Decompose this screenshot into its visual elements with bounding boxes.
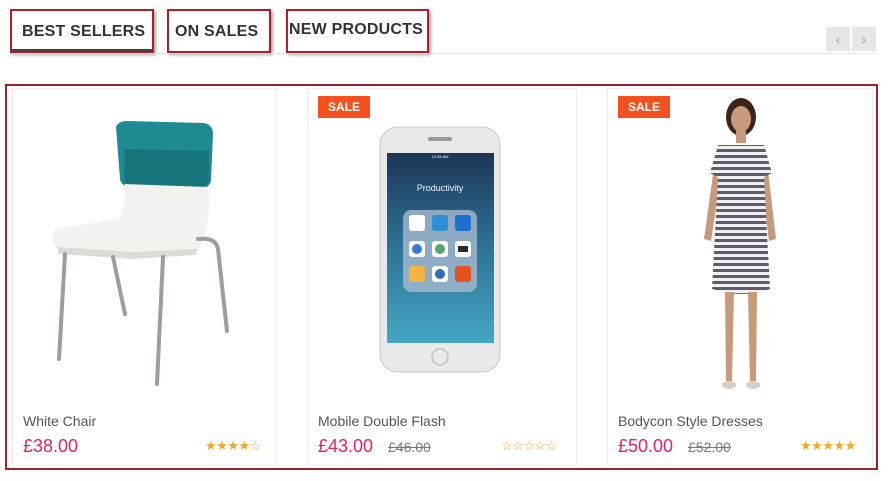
star-empty-icon: ☆ bbox=[534, 438, 546, 453]
star-empty-icon: ☆ bbox=[501, 438, 513, 453]
product-card[interactable]: White Chair £38.00 ★★★★☆ bbox=[12, 88, 277, 466]
tab-label: BEST SELLERS bbox=[22, 23, 146, 40]
product-old-price: £52.00 bbox=[688, 439, 731, 455]
tab-on-sales[interactable]: ON SALES bbox=[167, 9, 271, 53]
star-filled-icon: ★ bbox=[227, 438, 239, 453]
tab-label: ON SALES bbox=[175, 23, 259, 40]
product-tabs: BEST SELLERS ON SALES NEW PRODUCTS ‹ › bbox=[0, 0, 890, 56]
product-name[interactable]: Mobile Double Flash bbox=[318, 413, 446, 429]
product-price: £38.00 bbox=[23, 436, 79, 456]
tab-best-sellers[interactable]: BEST SELLERS bbox=[10, 9, 154, 53]
rating-stars: ★★★★☆ bbox=[205, 438, 261, 454]
rating-stars: ★★★★★ bbox=[800, 438, 856, 454]
product-card[interactable]: 12:58 AM Productivity SALE Mobile Double… bbox=[307, 88, 577, 466]
product-name[interactable]: White Chair bbox=[23, 413, 96, 429]
chevron-left-icon: ‹ bbox=[835, 31, 841, 47]
sale-badge: SALE bbox=[618, 96, 670, 118]
active-tab-indicator bbox=[12, 49, 152, 52]
product-old-price: £46.00 bbox=[388, 439, 431, 455]
star-filled-icon: ★ bbox=[844, 438, 857, 453]
rating-stars: ☆☆☆☆☆ bbox=[501, 438, 557, 454]
tabs-divider bbox=[10, 53, 876, 54]
dress-image[interactable] bbox=[608, 89, 874, 399]
sale-badge: SALE bbox=[318, 96, 370, 118]
star-filled-icon: ★ bbox=[216, 438, 228, 453]
product-name[interactable]: Bodycon Style Dresses bbox=[618, 413, 763, 429]
product-card[interactable]: SALE Bodycon Style Dresses £50.00 £52.00… bbox=[607, 88, 873, 466]
star-filled-icon: ★ bbox=[811, 438, 823, 453]
star-filled-icon: ★ bbox=[833, 438, 845, 453]
star-filled-icon: ★ bbox=[822, 438, 834, 453]
product-price: £43.00 bbox=[318, 436, 374, 456]
chair-image[interactable] bbox=[13, 89, 278, 399]
phone-screen-title: Productivity bbox=[417, 183, 464, 193]
carousel-prev-button[interactable]: ‹ bbox=[826, 27, 850, 51]
star-filled-icon: ★ bbox=[238, 438, 250, 453]
star-filled-icon: ★ bbox=[205, 438, 217, 453]
chevron-right-icon: › bbox=[861, 31, 867, 47]
product-price: £50.00 bbox=[618, 436, 674, 456]
tab-label: NEW PRODUCTS bbox=[289, 21, 423, 38]
star-empty-icon: ☆ bbox=[545, 438, 558, 453]
phone-image[interactable]: 12:58 AM Productivity bbox=[308, 89, 578, 399]
tab-new-products[interactable]: NEW PRODUCTS bbox=[286, 9, 429, 53]
star-filled-icon: ★ bbox=[800, 438, 812, 453]
product-carousel: White Chair £38.00 ★★★★☆ 12:58 AM Produc… bbox=[5, 84, 878, 470]
carousel-next-button[interactable]: › bbox=[852, 27, 876, 51]
star-empty-icon: ☆ bbox=[512, 438, 524, 453]
star-empty-icon: ☆ bbox=[249, 438, 262, 453]
phone-status-time: 12:58 AM bbox=[432, 154, 449, 159]
star-empty-icon: ☆ bbox=[523, 438, 535, 453]
